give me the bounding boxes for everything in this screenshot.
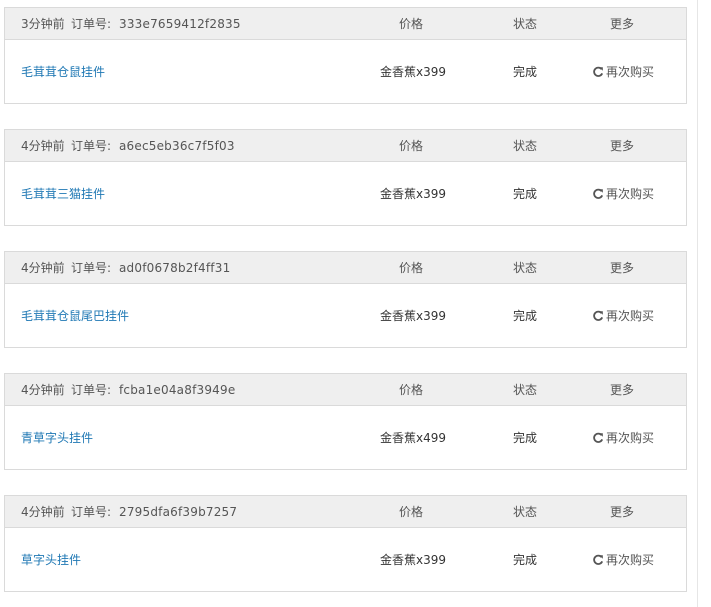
order-list: 3分钟前 订单号: 333e7659412f2835 价格 状态 更多 毛茸茸仓… bbox=[0, 0, 711, 607]
refresh-icon bbox=[592, 188, 604, 200]
price-column-header: 价格 bbox=[399, 261, 424, 275]
item-name-link[interactable]: 毛茸茸三猫挂件 bbox=[21, 186, 105, 202]
more-column-header: 更多 bbox=[610, 383, 635, 397]
order-time: 3分钟前 bbox=[21, 17, 65, 31]
order-header: 4分钟前 订单号: fcba1e04a8f3949e 价格 状态 更多 bbox=[5, 374, 686, 406]
order-card: 4分钟前 订单号: fcba1e04a8f3949e 价格 状态 更多 青草字头… bbox=[4, 373, 687, 470]
price-column-header: 价格 bbox=[399, 139, 424, 153]
item-price: 金香蕉x399 bbox=[380, 309, 447, 323]
order-header: 4分钟前 订单号: ad0f0678b2f4ff31 价格 状态 更多 bbox=[5, 252, 686, 284]
order-status: 完成 bbox=[513, 553, 538, 567]
order-number-label: 订单号: bbox=[71, 383, 112, 397]
rebuy-button[interactable]: 再次购买 bbox=[592, 64, 654, 80]
order-card: 3分钟前 订单号: 333e7659412f2835 价格 状态 更多 毛茸茸仓… bbox=[4, 7, 687, 104]
price-column-header: 价格 bbox=[399, 17, 424, 31]
order-status: 完成 bbox=[513, 65, 538, 79]
item-price: 金香蕉x399 bbox=[380, 65, 447, 79]
order-header: 3分钟前 订单号: 333e7659412f2835 价格 状态 更多 bbox=[5, 8, 686, 40]
item-name-link[interactable]: 草字头挂件 bbox=[21, 552, 81, 568]
rebuy-button[interactable]: 再次购买 bbox=[592, 308, 654, 324]
item-name-link[interactable]: 毛茸茸仓鼠尾巴挂件 bbox=[21, 308, 129, 324]
status-column-header: 状态 bbox=[513, 139, 538, 153]
order-status: 完成 bbox=[513, 431, 538, 445]
item-name-link[interactable]: 毛茸茸仓鼠挂件 bbox=[21, 64, 105, 80]
order-header: 4分钟前 订单号: a6ec5eb36c7f5f03 价格 状态 更多 bbox=[5, 130, 686, 162]
order-body: 青草字头挂件 金香蕉x499 完成 再次购买 bbox=[5, 406, 686, 469]
more-column-header: 更多 bbox=[610, 139, 635, 153]
status-column-header: 状态 bbox=[513, 261, 538, 275]
order-number: ad0f0678b2f4ff31 bbox=[119, 261, 231, 275]
item-price: 金香蕉x399 bbox=[380, 187, 447, 201]
status-column-header: 状态 bbox=[513, 17, 538, 31]
refresh-icon bbox=[592, 66, 604, 78]
rebuy-label: 再次购买 bbox=[606, 187, 655, 201]
order-number: 333e7659412f2835 bbox=[119, 17, 241, 31]
order-number: 2795dfa6f39b7257 bbox=[119, 505, 238, 519]
item-price: 金香蕉x499 bbox=[380, 431, 447, 445]
price-column-header: 价格 bbox=[399, 383, 424, 397]
rebuy-button[interactable]: 再次购买 bbox=[592, 186, 654, 202]
order-body: 毛茸茸仓鼠尾巴挂件 金香蕉x399 完成 再次购买 bbox=[5, 284, 686, 347]
order-time: 4分钟前 bbox=[21, 505, 65, 519]
order-card: 4分钟前 订单号: ad0f0678b2f4ff31 价格 状态 更多 毛茸茸仓… bbox=[4, 251, 687, 348]
order-time: 4分钟前 bbox=[21, 261, 65, 275]
order-card: 4分钟前 订单号: 2795dfa6f39b7257 价格 状态 更多 草字头挂… bbox=[4, 495, 687, 592]
refresh-icon bbox=[592, 310, 604, 322]
item-name-link[interactable]: 青草字头挂件 bbox=[21, 430, 93, 446]
status-column-header: 状态 bbox=[513, 505, 538, 519]
order-body: 毛茸茸仓鼠挂件 金香蕉x399 完成 再次购买 bbox=[5, 40, 686, 103]
refresh-icon bbox=[592, 554, 604, 566]
order-header: 4分钟前 订单号: 2795dfa6f39b7257 价格 状态 更多 bbox=[5, 496, 686, 528]
order-number-label: 订单号: bbox=[71, 17, 112, 31]
rebuy-label: 再次购买 bbox=[606, 431, 655, 445]
order-time: 4分钟前 bbox=[21, 383, 65, 397]
order-body: 毛茸茸三猫挂件 金香蕉x399 完成 再次购买 bbox=[5, 162, 686, 225]
order-number: a6ec5eb36c7f5f03 bbox=[119, 139, 235, 153]
more-column-header: 更多 bbox=[610, 261, 635, 275]
more-column-header: 更多 bbox=[610, 505, 635, 519]
more-column-header: 更多 bbox=[610, 17, 635, 31]
item-price: 金香蕉x399 bbox=[380, 553, 447, 567]
order-number: fcba1e04a8f3949e bbox=[119, 383, 236, 397]
scrollbar-track[interactable] bbox=[697, 0, 711, 607]
order-status: 完成 bbox=[513, 187, 538, 201]
rebuy-button[interactable]: 再次购买 bbox=[592, 430, 654, 446]
order-number-label: 订单号: bbox=[71, 139, 112, 153]
refresh-icon bbox=[592, 432, 604, 444]
order-number-label: 订单号: bbox=[71, 261, 112, 275]
rebuy-button[interactable]: 再次购买 bbox=[592, 552, 654, 568]
order-body: 草字头挂件 金香蕉x399 完成 再次购买 bbox=[5, 528, 686, 591]
rebuy-label: 再次购买 bbox=[606, 309, 655, 323]
price-column-header: 价格 bbox=[399, 505, 424, 519]
order-status: 完成 bbox=[513, 309, 538, 323]
order-number-label: 订单号: bbox=[71, 505, 112, 519]
status-column-header: 状态 bbox=[513, 383, 538, 397]
rebuy-label: 再次购买 bbox=[606, 65, 655, 79]
order-time: 4分钟前 bbox=[21, 139, 65, 153]
rebuy-label: 再次购买 bbox=[606, 553, 655, 567]
order-card: 4分钟前 订单号: a6ec5eb36c7f5f03 价格 状态 更多 毛茸茸三… bbox=[4, 129, 687, 226]
